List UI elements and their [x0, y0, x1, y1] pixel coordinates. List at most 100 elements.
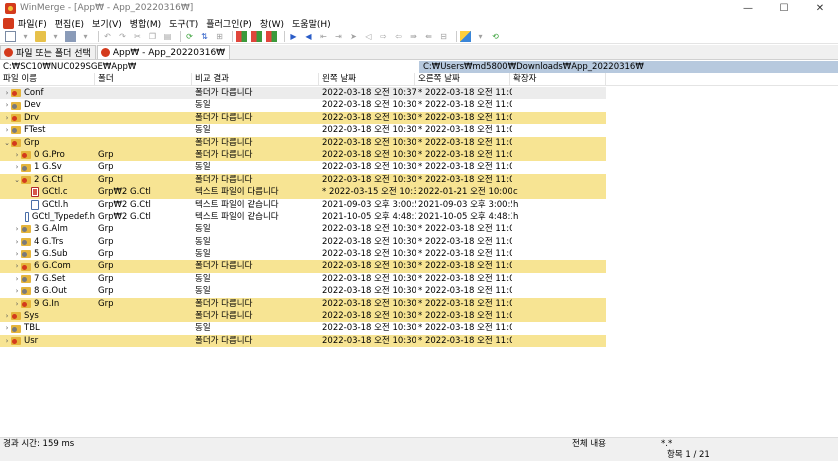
menu-window[interactable]: 창(W) — [260, 17, 284, 30]
table-row[interactable]: › 0 G.Pro Grp 폴더가 다릅니다 2022-03-18 오전 10:30..… — [0, 148, 838, 162]
table-row[interactable]: › 5 G.Sub Grp 동일 2022-03-18 오전 10:30... * 202… — [0, 248, 838, 260]
cell-result: 텍스트 파일이 같습니다 — [195, 211, 279, 222]
table-row[interactable]: › Drv 폴더가 다릅니다 2022-03-18 오전 10:30... * 2022… — [0, 111, 838, 125]
next-diff-icon[interactable]: ▶ — [288, 31, 299, 42]
tab-folder-compare[interactable]: App₩ - App_20220316₩ — [96, 45, 231, 59]
cell-right-date: * 2022-03-18 오전 11:00... — [418, 162, 512, 173]
expand-icon[interactable]: › — [3, 335, 11, 347]
copy-left-advance-icon[interactable]: ⇦ — [393, 31, 404, 42]
minimize-button[interactable]: — — [730, 0, 766, 16]
menu-view[interactable]: 보기(V) — [92, 17, 122, 30]
folder-same-icon — [11, 324, 21, 333]
expand-icon[interactable]: › — [3, 99, 11, 111]
recursive-icon[interactable]: ⇅ — [199, 31, 210, 42]
open-dropdown-icon[interactable]: ▾ — [50, 31, 61, 42]
expand-icon[interactable]: › — [13, 223, 21, 235]
first-diff-icon[interactable]: ⇤ — [318, 31, 329, 42]
tab-bar: 파일 또는 폴더 선택 App₩ - App_20220316₩ — [0, 45, 838, 60]
copy-right-icon[interactable]: ➤ — [348, 31, 359, 42]
column-header-extension[interactable]: 확장자 — [510, 73, 606, 86]
table-row[interactable]: › 1 G.Sv Grp 동일 2022-03-18 오전 10:30... * 2022… — [0, 161, 838, 173]
undo-icon[interactable]: ↶ — [102, 31, 113, 42]
expand-icon[interactable]: › — [13, 161, 21, 173]
left-path[interactable]: C:₩SC10₩NUC029SGE₩App₩ — [0, 61, 419, 73]
copy-left-icon[interactable]: ◁ — [363, 31, 374, 42]
cell-right-date: * 2022-03-18 오전 11:00... — [418, 224, 512, 235]
menu-merge[interactable]: 병합(M) — [130, 17, 161, 30]
expand-icon[interactable]: › — [13, 149, 21, 161]
delete-icon[interactable]: ⊟ — [438, 31, 449, 42]
new-icon[interactable] — [5, 31, 16, 42]
column-header-left-date[interactable]: 왼쪽 날짜 — [319, 73, 415, 86]
expand-icon[interactable]: › — [13, 248, 21, 260]
table-row[interactable]: › 6 G.Com Grp 폴더가 다릅니다 2022-03-18 오전 10:30..… — [0, 260, 838, 273]
cut-icon[interactable]: ✂ — [132, 31, 143, 42]
copy-all-right-icon[interactable]: ⇛ — [408, 31, 419, 42]
expand-icon[interactable]: › — [3, 322, 11, 334]
table-row[interactable]: › 7 G.Set Grp 동일 2022-03-18 오전 10:30... * 202… — [0, 273, 838, 285]
menu-edit[interactable]: 편집(E) — [55, 17, 84, 30]
column-header-right-date[interactable]: 오른쪽 날짜 — [415, 73, 510, 86]
compare-options-dropdown-icon[interactable]: ▾ — [475, 31, 486, 42]
expand-icon[interactable]: › — [3, 112, 11, 124]
document-menu-icon[interactable] — [3, 17, 14, 29]
expand-icon[interactable]: › — [13, 260, 21, 272]
expand-icon[interactable]: ⊞ — [214, 31, 225, 42]
table-row[interactable]: › Sys 폴더가 다릅니다 2022-03-18 오전 10:30... * 2022… — [0, 310, 838, 323]
menu-bar: 파일(F) 편집(E) 보기(V) 병합(M) 도구(T) 플러그인(P) 창(… — [0, 16, 838, 30]
close-button[interactable]: ✕ — [802, 0, 838, 16]
table-row[interactable]: › Usr 폴더가 다릅니다 2022-03-18 오전 10:30... * 2022… — [0, 334, 838, 348]
expand-icon[interactable]: › — [13, 285, 21, 297]
column-header-name[interactable]: 파일 이름 — [0, 73, 95, 86]
show-identical-icon[interactable] — [236, 31, 247, 42]
table-row[interactable]: › Dev 동일 2022-03-18 오전 10:30... * 2022-03-18… — [0, 99, 838, 111]
last-diff-icon[interactable]: ⇥ — [333, 31, 344, 42]
show-unique-icon[interactable] — [266, 31, 277, 42]
table-row[interactable]: › 8 G.Out Grp 동일 2022-03-18 오전 10:30... * 202… — [0, 285, 838, 297]
maximize-button[interactable]: ☐ — [766, 0, 802, 16]
rescan-icon[interactable]: ⟲ — [490, 31, 501, 42]
new-dropdown-icon[interactable]: ▾ — [20, 31, 31, 42]
table-row[interactable]: › 4 G.Trs Grp 동일 2022-03-18 오전 10:30... * 202… — [0, 236, 838, 248]
expand-icon[interactable]: › — [3, 310, 11, 322]
table-row[interactable]: GCtl.c Grp₩2 G.Ctl 텍스트 파일이 다릅니다 * 2022-03-1… — [0, 186, 838, 199]
cell-folder: Grp — [98, 286, 114, 297]
show-different-icon[interactable] — [251, 31, 262, 42]
refresh-icon[interactable]: ⟳ — [184, 31, 195, 42]
prev-diff-icon[interactable]: ◀ — [303, 31, 314, 42]
table-row[interactable]: › 9 G.In Grp 폴더가 다릅니다 2022-03-18 오전 10:30...… — [0, 297, 838, 311]
copy-icon[interactable]: ❐ — [147, 31, 158, 42]
column-header-folder[interactable]: 폴더 — [95, 73, 192, 86]
collapse-icon[interactable]: ⌄ — [13, 174, 21, 186]
expand-icon[interactable]: › — [13, 298, 21, 310]
expand-icon[interactable]: › — [13, 273, 21, 285]
copy-right-advance-icon[interactable]: ⇨ — [378, 31, 389, 42]
table-row[interactable]: › Conf 폴더가 다릅니다 2022-03-18 오전 10:37... * 202… — [0, 87, 838, 100]
table-row[interactable]: ⌄ 2 G.Ctl Grp 폴더가 다릅니다 2022-03-18 오전 10:30..… — [0, 173, 838, 187]
table-row[interactable]: ⌄ Grp 폴더가 다릅니다 2022-03-18 오전 10:30... * 2022… — [0, 136, 838, 149]
collapse-icon[interactable]: ⌄ — [3, 137, 11, 149]
tab-select-files[interactable]: 파일 또는 폴더 선택 — [0, 45, 96, 59]
expand-icon[interactable]: › — [3, 87, 11, 99]
right-path[interactable]: C:₩Users₩md5800₩Downloads₩App_20220316₩ — [419, 61, 838, 73]
save-icon[interactable] — [65, 31, 76, 42]
menu-help[interactable]: 도움말(H) — [292, 17, 331, 30]
paste-icon[interactable]: ▤ — [162, 31, 173, 42]
menu-plugins[interactable]: 플러그인(P) — [206, 17, 252, 30]
table-row[interactable]: GCtl.h Grp₩2 G.Ctl 텍스트 파일이 같습니다 2021-09-03 … — [0, 199, 838, 211]
expand-icon[interactable]: › — [3, 124, 11, 136]
compare-options-icon[interactable] — [460, 31, 471, 42]
menu-file[interactable]: 파일(F) — [18, 17, 47, 30]
open-icon[interactable] — [35, 31, 46, 42]
expand-icon[interactable]: › — [13, 236, 21, 248]
redo-icon[interactable]: ↷ — [117, 31, 128, 42]
table-row[interactable]: › FTest 동일 2022-03-18 오전 10:30... * 2022-03-… — [0, 124, 838, 136]
save-dropdown-icon[interactable]: ▾ — [80, 31, 91, 42]
folder-diff-icon — [21, 299, 31, 308]
copy-all-left-icon[interactable]: ⇚ — [423, 31, 434, 42]
table-row[interactable]: GCtl_Typedef.h Grp₩2 G.Ctl 텍스트 파일이 같습니다 202… — [0, 211, 838, 223]
menu-tools[interactable]: 도구(T) — [169, 17, 198, 30]
table-row[interactable]: › 3 G.Alm Grp 동일 2022-03-18 오전 10:30... * 202… — [0, 223, 838, 235]
table-row[interactable]: › TBL 동일 2022-03-18 오전 10:30... * 2022-03-18… — [0, 322, 838, 334]
column-header-result[interactable]: 비교 결과 — [192, 73, 319, 86]
